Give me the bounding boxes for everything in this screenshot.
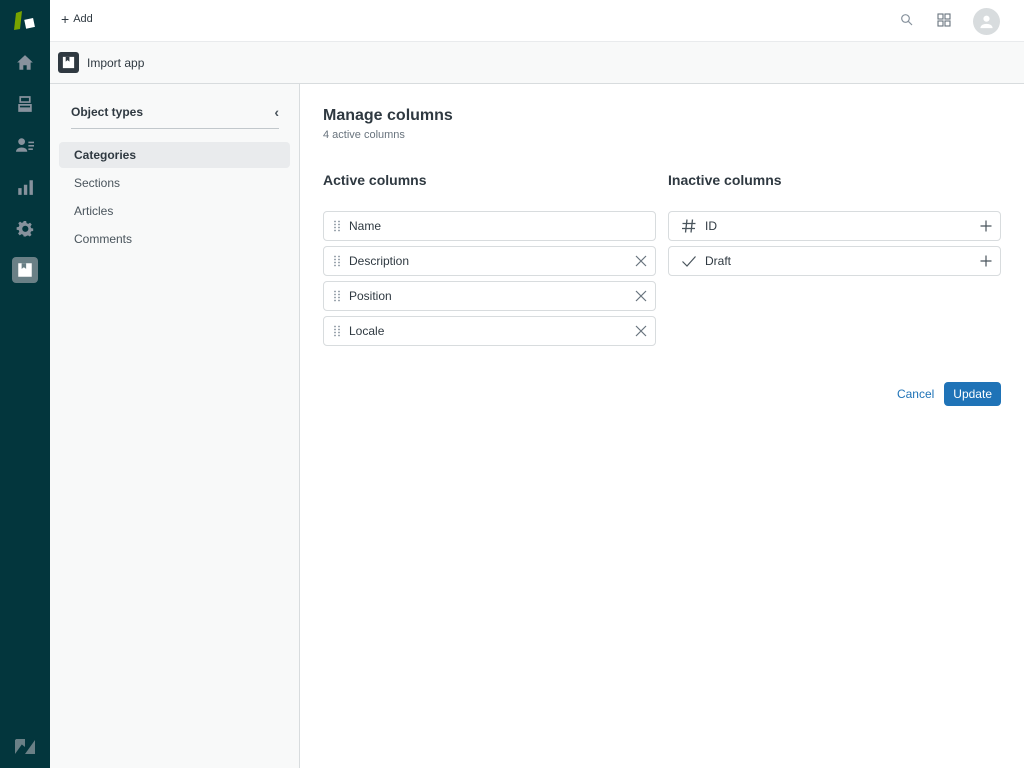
- drag-handle-icon[interactable]: [333, 290, 341, 302]
- plus-icon[interactable]: [978, 218, 994, 234]
- column-label: Locale: [349, 324, 385, 338]
- active-columns-heading: Active columns: [323, 172, 427, 188]
- column-label: ID: [705, 219, 717, 233]
- top-header: + Add: [50, 0, 1024, 42]
- user-icon: [980, 15, 993, 29]
- inactive-column-item[interactable]: ID: [668, 211, 1001, 241]
- active-column-item[interactable]: Description: [323, 246, 656, 276]
- nav-knowledge[interactable]: [13, 92, 37, 116]
- app-header: Import app: [50, 42, 1024, 84]
- active-column-item[interactable]: Position: [323, 281, 656, 311]
- column-label: Draft: [705, 254, 732, 268]
- nav-users[interactable]: [13, 133, 37, 157]
- zendesk-logo: [14, 738, 36, 756]
- check-icon: [682, 256, 696, 267]
- sidebar-item-categories[interactable]: Categories: [59, 142, 290, 168]
- nav-home[interactable]: [13, 51, 37, 75]
- import-app-icon: [58, 52, 79, 73]
- gear-icon: [16, 221, 34, 237]
- inbox-stack-icon: [18, 96, 32, 112]
- nav-reporting[interactable]: [13, 175, 37, 199]
- sidebar-title: Object types: [71, 105, 144, 119]
- column-label: Name: [349, 219, 382, 233]
- form-actions: Cancel Update: [897, 382, 1001, 406]
- sidebar-item-articles[interactable]: Articles: [59, 198, 290, 224]
- object-types-sidebar: Object types ‹ Categories Sections Artic…: [50, 84, 300, 768]
- add-button-label: Add: [73, 13, 93, 25]
- drag-handle-icon[interactable]: [333, 325, 341, 337]
- app-title: Import app: [87, 56, 145, 70]
- column-label: Position: [349, 289, 392, 303]
- user-list-icon: [16, 138, 34, 152]
- hash-icon: [682, 219, 696, 233]
- add-button[interactable]: + Add: [61, 11, 93, 27]
- zendesk-product-logo[interactable]: [13, 10, 37, 32]
- page-title: Manage columns: [323, 107, 453, 124]
- product-rail: [0, 0, 50, 768]
- active-column-item[interactable]: Name: [323, 211, 656, 241]
- column-label: Description: [349, 254, 410, 268]
- inactive-columns-heading: Inactive columns: [668, 172, 782, 188]
- bar-chart-icon: [18, 180, 33, 195]
- close-icon[interactable]: [633, 253, 649, 269]
- inactive-column-item[interactable]: Draft: [668, 246, 1001, 276]
- plus-icon[interactable]: [978, 253, 994, 269]
- cancel-button[interactable]: Cancel: [897, 387, 934, 401]
- object-type-list: Categories Sections Articles Comments: [59, 142, 290, 254]
- chevron-left-icon[interactable]: ‹: [274, 104, 279, 120]
- update-button[interactable]: Update: [944, 382, 1001, 406]
- drag-handle-icon[interactable]: [333, 220, 341, 232]
- drag-handle-icon[interactable]: [333, 255, 341, 267]
- close-icon[interactable]: [633, 288, 649, 304]
- product-tray-icon[interactable]: [937, 13, 951, 27]
- user-avatar[interactable]: [973, 8, 1000, 35]
- search-icon[interactable]: [900, 13, 914, 27]
- plus-icon: +: [61, 11, 70, 27]
- home-icon: [17, 55, 33, 70]
- sidebar-item-sections[interactable]: Sections: [59, 170, 290, 196]
- active-column-item[interactable]: Locale: [323, 316, 656, 346]
- active-columns-list: Name Description Position Locale: [323, 211, 656, 351]
- close-icon[interactable]: [633, 323, 649, 339]
- active-column-count: 4 active columns: [323, 129, 405, 141]
- sidebar-item-comments[interactable]: Comments: [59, 226, 290, 252]
- app-bookmark-icon: [18, 263, 32, 277]
- sidebar-header: Object types ‹: [71, 104, 279, 129]
- nav-admin[interactable]: [13, 217, 37, 241]
- nav-import-app[interactable]: [12, 257, 38, 283]
- inactive-columns-list: ID Draft: [668, 211, 1001, 281]
